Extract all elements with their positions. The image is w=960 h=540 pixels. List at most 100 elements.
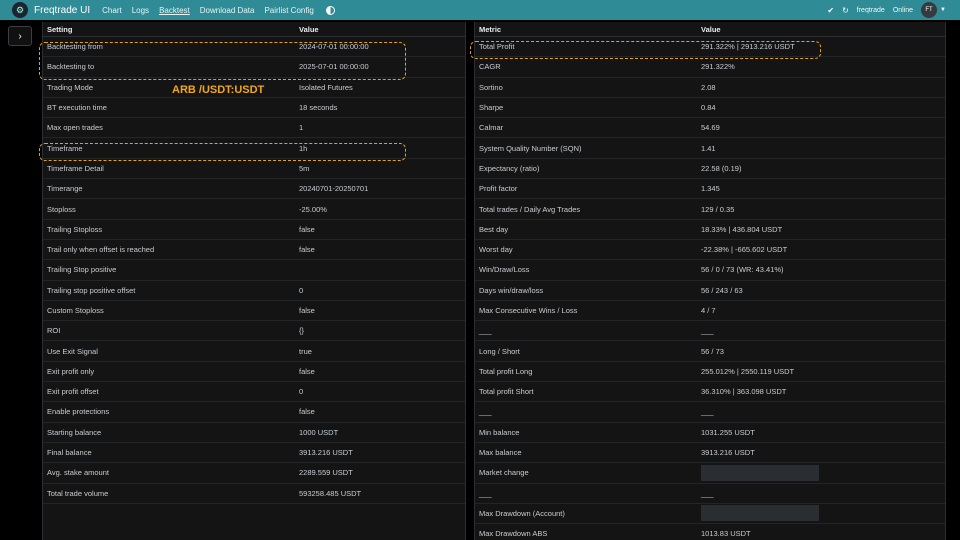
row-label: Expectancy (ratio) xyxy=(479,163,540,173)
table-row: Worst day -22.38% | -665.602 USDT xyxy=(475,240,945,261)
row-value: Isolated Futures xyxy=(299,82,353,92)
row-value: 18.33% | 436.804 USDT xyxy=(701,224,783,234)
row-label: Trail only when offset is reached xyxy=(47,245,155,255)
sidebar-toggle-button[interactable]: › xyxy=(8,26,32,46)
table-row: Max open trades 1 xyxy=(43,118,465,139)
row-label: Avg. stake amount xyxy=(47,468,109,478)
row-value: 129 / 0.35 xyxy=(701,204,735,214)
row-value: 3913.216 USDT xyxy=(299,448,353,458)
row-value: 56 / 0 / 73 (WR: 43.41%) xyxy=(701,265,784,275)
table-row: CAGR 291.322% xyxy=(475,57,945,78)
row-value: 1.41 xyxy=(701,143,716,153)
metrics-table-header: Metric Value xyxy=(475,22,945,37)
table-row: Trailing stop positive offset 0 xyxy=(43,281,465,301)
row-value: false xyxy=(299,407,315,417)
row-value: 2024-07-01 00:00:00 xyxy=(299,42,369,52)
table-row: Timeframe 1h xyxy=(43,138,465,159)
table-row: Long / Short 56 / 73 xyxy=(475,341,945,362)
row-label: Enable protections xyxy=(47,407,110,417)
row-value: 1h xyxy=(299,143,308,153)
row-label: Custom Stoploss xyxy=(47,306,104,315)
row-label: Max balance xyxy=(479,448,522,458)
row-label: Min balance xyxy=(479,427,520,437)
row-value: 1013.83 USDT xyxy=(701,529,751,539)
brand-title[interactable]: Freqtrade UI xyxy=(34,5,90,16)
row-value: false xyxy=(299,224,315,234)
row-value: ___ xyxy=(701,488,714,498)
column-header-value: Value xyxy=(299,24,319,34)
row-label: Timerange xyxy=(47,184,83,194)
row-value: 593258.485 USDT xyxy=(299,488,362,498)
row-value xyxy=(701,464,945,481)
nav-link-chart[interactable]: Chart xyxy=(102,6,122,15)
row-label: Max Drawdown (Account) xyxy=(479,508,565,518)
avatar[interactable]: FT xyxy=(921,2,938,18)
redacted-value xyxy=(701,464,819,481)
table-row: Total trade volume 593258.485 USDT xyxy=(43,484,465,504)
row-label: Total profit Short xyxy=(479,387,534,397)
freqtrade-logo-icon[interactable]: ⚙ xyxy=(12,2,28,18)
nav-link-pairlist-config[interactable]: Pairlist Config xyxy=(264,6,313,15)
table-row: Max Drawdown ABS 1013.83 USDT xyxy=(475,524,945,540)
row-value xyxy=(701,505,945,522)
redacted-value xyxy=(701,505,819,522)
row-label: Market change xyxy=(479,468,529,478)
row-value: 20240701-20250701 xyxy=(299,184,369,194)
row-value: {} xyxy=(299,326,305,336)
row-label: Timeframe Detail xyxy=(47,163,104,173)
table-row: Stoploss -25.00% xyxy=(43,199,465,220)
table-row: Total Profit 291.322% | 2913.216 USDT xyxy=(475,37,945,58)
nav-link-backtest[interactable]: Backtest xyxy=(159,6,190,15)
table-row: Profit factor 1.345 xyxy=(475,179,945,200)
row-value: 54.69 xyxy=(701,123,720,133)
row-value: true xyxy=(299,346,312,356)
table-row: Market change xyxy=(475,463,945,484)
nav-link-download-data[interactable]: Download Data xyxy=(200,6,255,15)
row-value: 5m xyxy=(299,163,310,173)
table-row: Sharpe 0.84 xyxy=(475,98,945,119)
row-label: Calmar xyxy=(479,123,504,133)
row-label: Stoploss xyxy=(47,204,76,214)
chevron-down-icon[interactable]: ▼ xyxy=(940,7,946,13)
row-label: CAGR xyxy=(479,62,501,72)
refresh-icon[interactable]: ↻ xyxy=(842,6,849,15)
row-label: System Quality Number (SQN) xyxy=(479,143,582,153)
row-value: ___ xyxy=(701,407,714,417)
row-value: 2289.559 USDT xyxy=(299,468,353,478)
theme-toggle-icon[interactable] xyxy=(325,5,335,15)
table-row: Expectancy (ratio) 22.58 (0.19) xyxy=(475,159,945,180)
row-label: Backtesting to xyxy=(47,62,95,72)
table-row: Trailing Stoploss false xyxy=(43,220,465,240)
table-row: Avg. stake amount 2289.559 USDT xyxy=(43,463,465,484)
table-row: System Quality Number (SQN) 1.41 xyxy=(475,138,945,159)
row-value: -22.38% | -665.602 USDT xyxy=(701,245,788,255)
settings-table-header: Setting Value xyxy=(43,22,465,37)
table-row: Trailing Stop positive xyxy=(43,260,465,281)
table-row: Best day 18.33% | 436.804 USDT xyxy=(475,220,945,240)
metrics-table: Metric Value Total Profit 291.322% | 2913… xyxy=(474,22,946,540)
row-label: Profit factor xyxy=(479,184,518,194)
row-value: 291.322% xyxy=(701,62,735,72)
row-value: 4 / 7 xyxy=(701,306,716,315)
table-row: Max Consecutive Wins / Loss 4 / 7 xyxy=(475,301,945,322)
table-row: BT execution time 18 seconds xyxy=(43,98,465,119)
table-row: Final balance 3913.216 USDT xyxy=(43,443,465,464)
table-row: Use Exit Signal true xyxy=(43,341,465,362)
checkmark-icon[interactable]: ✔ xyxy=(827,6,834,15)
bot-status: Online xyxy=(892,6,914,14)
row-label: Sortino xyxy=(479,82,503,92)
table-row: Trail only when offset is reached false xyxy=(43,240,465,261)
table-row: Calmar 54.69 xyxy=(475,118,945,139)
nav-link-logs[interactable]: Logs xyxy=(132,6,149,15)
row-label: Exit profit only xyxy=(47,366,95,376)
row-label: Win/Draw/Loss xyxy=(479,265,530,275)
row-value: 0.84 xyxy=(701,103,716,113)
table-row: Total trades / Daily Avg Trades 129 / 0.3… xyxy=(475,199,945,220)
row-label: Backtesting from xyxy=(47,42,103,52)
navbar-right: ✔ ↻ freqtrade Online FT ▼ xyxy=(827,0,946,20)
row-value: false xyxy=(299,245,315,255)
row-label: ROI xyxy=(47,326,61,336)
row-label: Starting balance xyxy=(47,427,102,437)
table-row: Backtesting from 2024-07-01 00:00:00 xyxy=(43,37,465,58)
row-label: Worst day xyxy=(479,245,513,255)
